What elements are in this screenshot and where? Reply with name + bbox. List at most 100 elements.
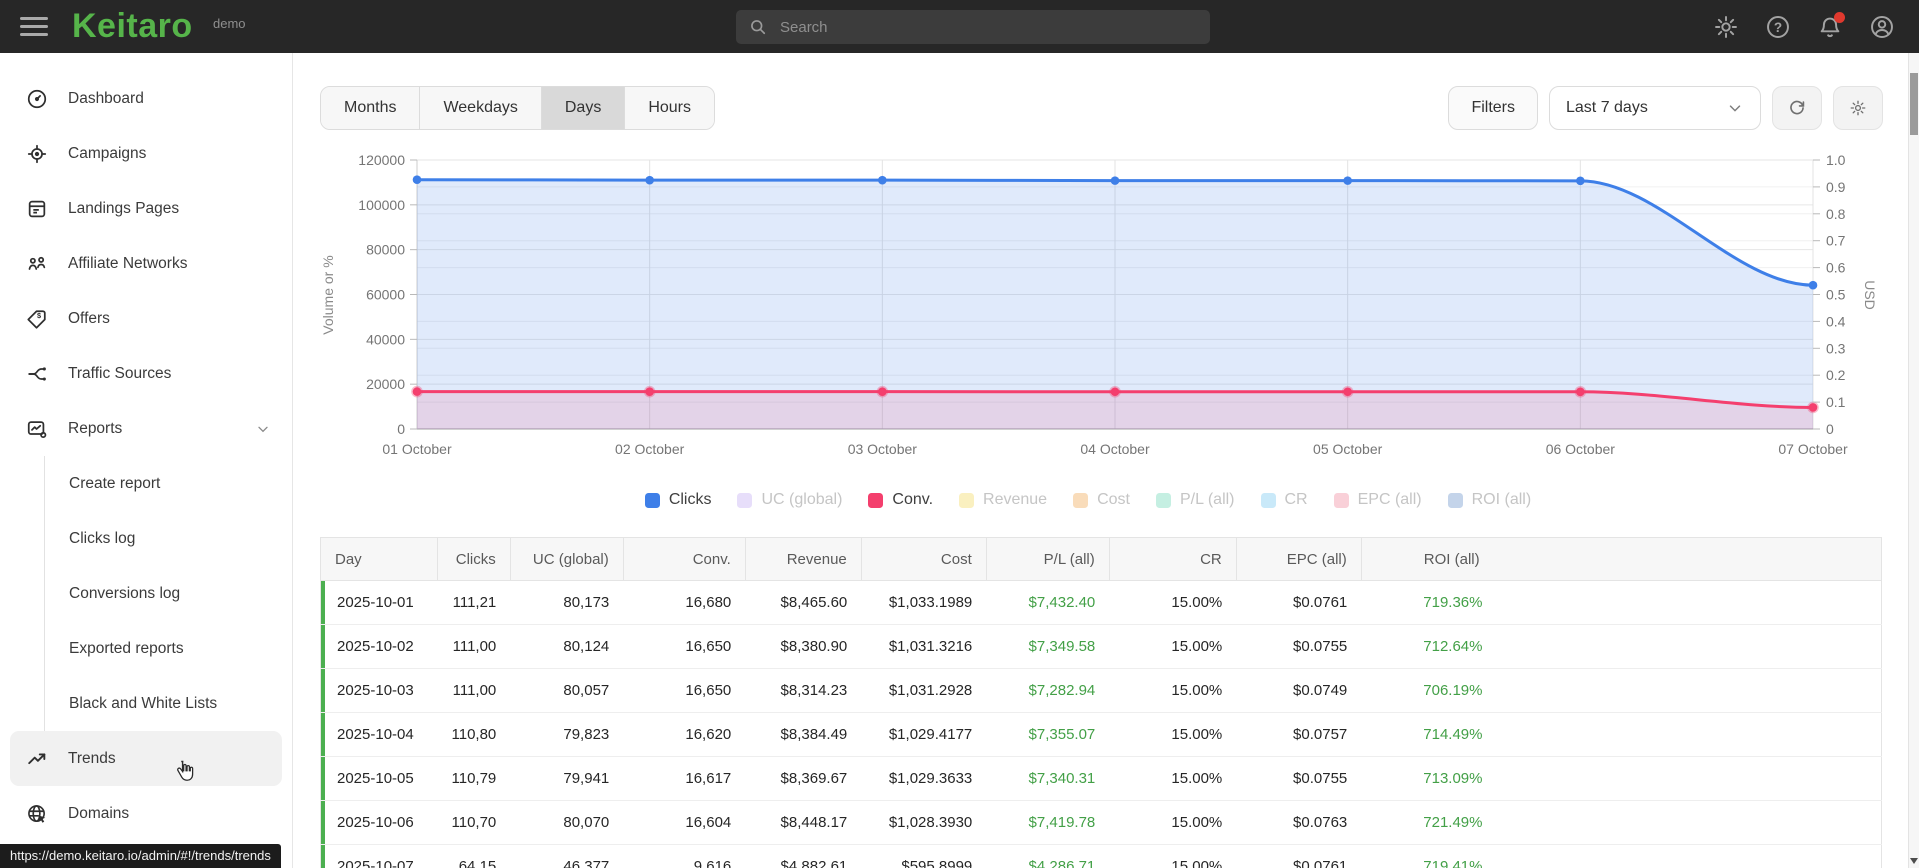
legend-swatch-icon <box>868 492 884 508</box>
legend-item[interactable]: Conv. <box>868 491 933 509</box>
table-cell: $8,380.90 <box>745 624 862 669</box>
table-cell: $0.0757 <box>1236 712 1362 757</box>
legend-item[interactable]: Clicks <box>644 491 711 509</box>
table-cell: 2025-10-03 <box>320 668 438 713</box>
legend-item[interactable]: EPC (all) <box>1333 491 1422 509</box>
table-cell: $7,349.58 <box>986 624 1110 669</box>
sidebar-item-campaigns[interactable]: Campaigns <box>0 126 292 181</box>
x-axis-tick: 03 October <box>848 441 918 457</box>
trends-icon <box>28 752 46 764</box>
legend-item[interactable]: ROI (all) <box>1447 491 1531 509</box>
x-axis-tick: 01 October <box>382 441 452 457</box>
right-axis-tick: 0.7 <box>1826 233 1846 249</box>
right-axis-tick: 0.2 <box>1826 367 1846 383</box>
col-header-epc: EPC (all) <box>1235 537 1362 581</box>
scrollbar-down-arrow-icon[interactable] <box>1910 858 1918 864</box>
table-cell: $1,033.1989 <box>861 580 987 625</box>
refresh-icon <box>1790 100 1805 115</box>
col-header-conv: Conv. <box>622 537 746 581</box>
notifications-icon[interactable] <box>1817 11 1845 40</box>
table-row: 2025-10-05 110,79 79,941 16,617 $8,369.67 $1,… <box>320 756 1882 801</box>
table-cell: 16,617 <box>623 756 746 801</box>
hamburger-menu-icon[interactable] <box>20 13 48 40</box>
search-box[interactable] <box>736 10 1210 44</box>
sidebar-item-reports[interactable]: Reports <box>0 401 292 456</box>
sidebar-item-dashboard[interactable]: Dashboard <box>0 71 292 126</box>
table-cell: $8,314.23 <box>745 668 862 713</box>
table-cell: $8,465.60 <box>745 580 862 625</box>
filters-button[interactable]: Filters <box>1448 86 1538 130</box>
table-cell: 706.19% <box>1361 668 1882 713</box>
table-cell: 16,680 <box>623 580 746 625</box>
hand-cursor-icon <box>177 760 194 781</box>
table-cell: 110,80 <box>437 712 511 757</box>
table-row: 2025-10-01 111,21 80,173 16,680 $8,465.60 $1,… <box>320 580 1882 625</box>
sidebar-item-trends[interactable]: Trends <box>10 731 282 786</box>
series-point <box>1574 385 1587 398</box>
series-point <box>411 385 423 398</box>
account-icon[interactable] <box>1869 14 1895 40</box>
demo-badge: demo <box>213 16 246 31</box>
legend-item[interactable]: UC (global) <box>737 491 842 509</box>
col-header-day: Day <box>320 537 438 581</box>
table-cell: $0.0749 <box>1236 668 1362 713</box>
refresh-button[interactable] <box>1772 86 1822 130</box>
chart-legend: Clicks UC (global) Conv. Revenue Cost P/L (al… <box>293 491 1883 509</box>
date-range-select[interactable]: Last 7 days <box>1549 86 1761 130</box>
table-cell: 15.00% <box>1109 668 1237 713</box>
settings-icon[interactable] <box>1713 14 1739 40</box>
legend-swatch-icon <box>959 492 975 508</box>
sidebar-item-domains[interactable]: Domains <box>0 786 292 841</box>
col-header-pl: P/L (all) <box>985 537 1110 581</box>
sidebar-item-create-report[interactable]: Create report <box>45 456 292 511</box>
legend-item[interactable]: CR <box>1260 491 1308 509</box>
table-cell: 16,650 <box>623 624 746 669</box>
tab-days[interactable]: Days <box>541 87 626 129</box>
sidebar: Dashboard Campaigns Landings Pages Affil… <box>0 53 293 868</box>
series-point <box>1343 176 1352 185</box>
tab-months[interactable]: Months <box>321 87 421 129</box>
trends-chart[interactable]: Volume or % USD 0 0.1 0.2 0.3 0.4 0.5 0.6 0.7 0.… <box>293 140 1919 480</box>
left-axis-tick: 80000 <box>366 242 405 258</box>
svg-text:?: ? <box>1774 19 1782 34</box>
table-cell: $1,028.3930 <box>861 800 987 845</box>
table-cell: $1,029.4177 <box>861 712 987 757</box>
right-axis-tick: 0.4 <box>1826 313 1846 329</box>
sidebar-item-black-white-lists[interactable]: Black and White Lists <box>45 676 292 731</box>
left-axis-tick: 20000 <box>366 376 405 392</box>
table-cell: 15.00% <box>1109 580 1237 625</box>
svg-text:$: $ <box>37 311 41 320</box>
sidebar-item-affiliate-networks[interactable]: Affiliate Networks <box>0 236 292 291</box>
help-icon[interactable]: ? <box>1765 14 1791 40</box>
table-cell: 721.49% <box>1361 800 1882 845</box>
sidebar-item-exported-reports[interactable]: Exported reports <box>45 621 292 676</box>
scrollbar-track[interactable] <box>1908 53 1919 868</box>
legend-item[interactable]: Cost <box>1073 491 1130 509</box>
table-cell: 110,70 <box>437 800 511 845</box>
gear-icon <box>1850 100 1866 116</box>
legend-item[interactable]: Revenue <box>959 491 1047 509</box>
sidebar-item-landings-pages[interactable]: Landings Pages <box>0 181 292 236</box>
table-row: 2025-10-07 64,15 46,377 9,616 $4,882.61 $595.… <box>320 844 1882 868</box>
sidebar-item-clicks-log[interactable]: Clicks log <box>45 511 292 566</box>
search-input[interactable] <box>780 18 1198 36</box>
table-cell: $8,448.17 <box>745 800 862 845</box>
legend-label: EPC (all) <box>1357 491 1422 508</box>
sidebar-item-offers[interactable]: $ Offers <box>0 291 292 346</box>
tab-weekdays[interactable]: Weekdays <box>420 87 542 129</box>
tab-hours[interactable]: Hours <box>625 87 715 129</box>
table-cell: $0.0763 <box>1236 800 1362 845</box>
sidebar-item-conversions-log[interactable]: Conversions log <box>45 566 292 621</box>
table-header: Day Clicks UC (global) Conv. Revenue Cos… <box>320 537 1883 581</box>
table-cell: 2025-10-04 <box>320 712 438 757</box>
table-cell: $0.0755 <box>1236 756 1362 801</box>
toolbar-right: Filters Last 7 days <box>1448 86 1883 130</box>
table-cell: 714.49% <box>1361 712 1882 757</box>
chart-settings-button[interactable] <box>1833 86 1883 130</box>
sidebar-item-traffic-sources[interactable]: Traffic Sources <box>0 346 292 401</box>
scrollbar-thumb[interactable] <box>1910 73 1918 135</box>
left-axis-title: Volume or % <box>320 255 336 334</box>
granularity-tabs: Months Weekdays Days Hours <box>320 86 716 130</box>
table-cell: 16,604 <box>623 800 746 845</box>
legend-item[interactable]: P/L (all) <box>1155 491 1235 509</box>
